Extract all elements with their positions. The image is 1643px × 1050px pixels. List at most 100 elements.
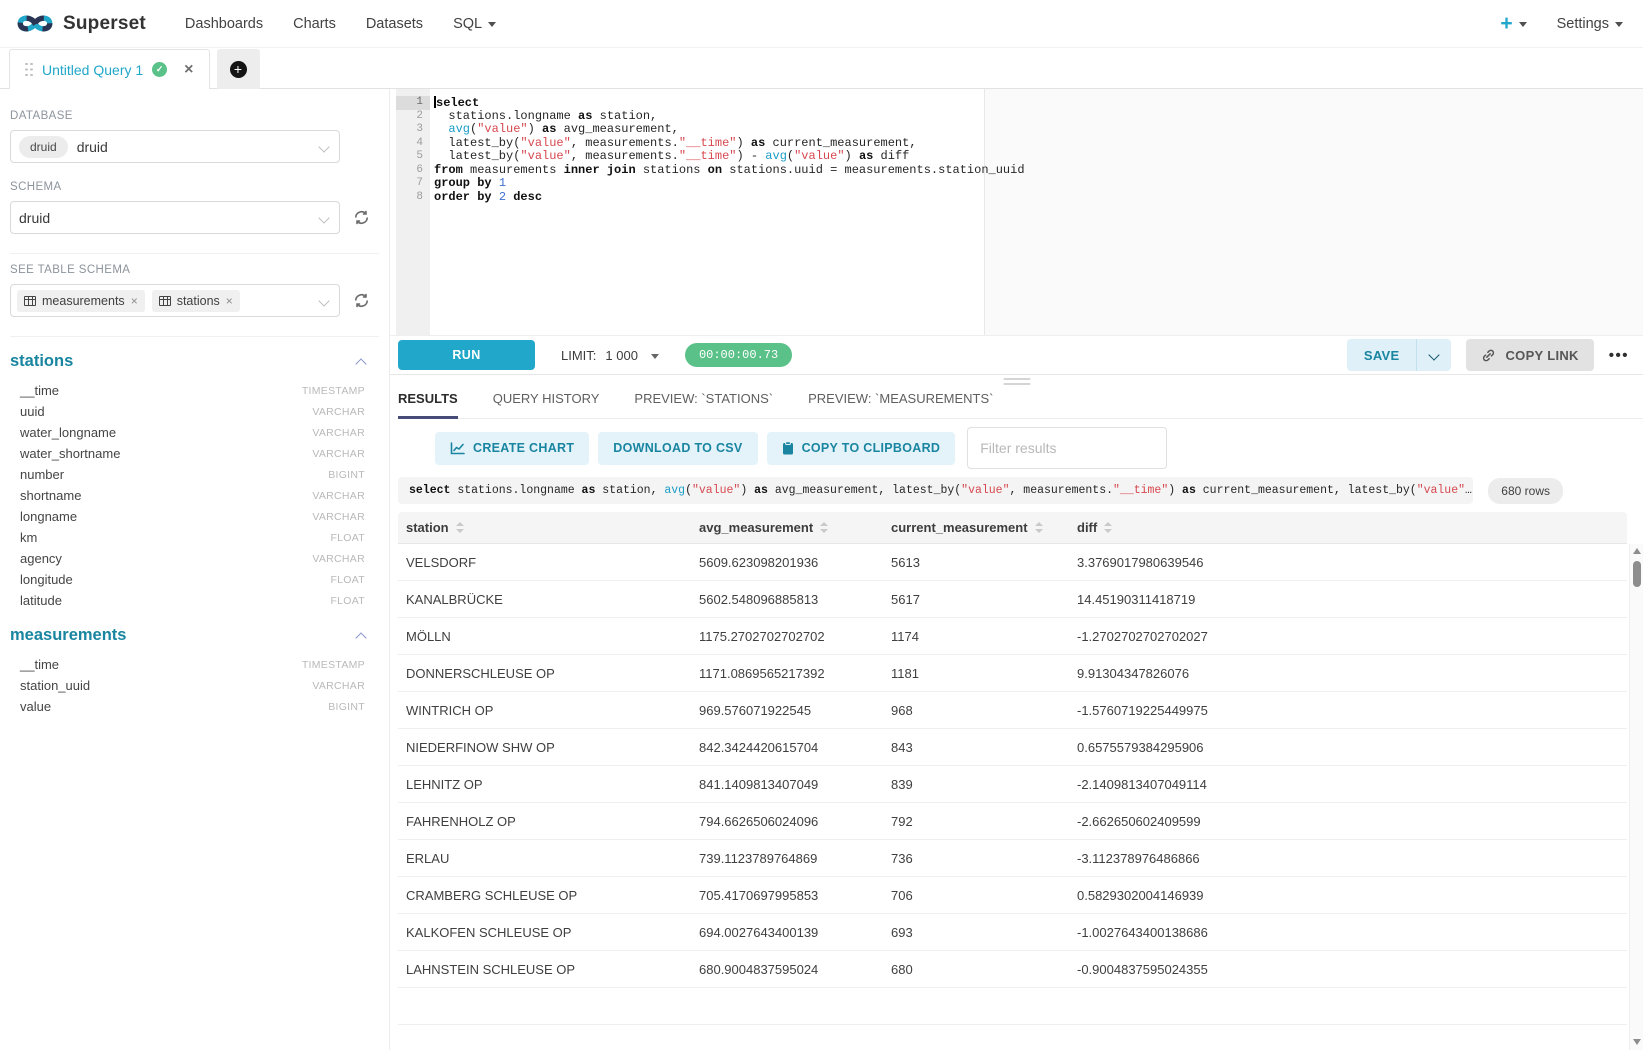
download-csv-button[interactable]: DOWNLOAD TO CSV [598, 432, 757, 465]
nav-item-datasets[interactable]: Datasets [351, 16, 438, 32]
query-preview-token: as [1182, 484, 1196, 497]
table-row: NIEDERFINOW SHW OP842.34244206157048430.… [398, 729, 1627, 766]
table-cell: 5617 [883, 592, 1069, 607]
code-token: measurements [463, 163, 564, 177]
superset-logo-icon [16, 11, 54, 36]
copy-link-button[interactable]: COPY LINK [1466, 339, 1593, 371]
chevron-down-icon [318, 212, 329, 223]
drag-dots-icon[interactable] [25, 63, 33, 77]
code-token: "__time" [679, 136, 737, 150]
nav-item-label: SQL [453, 16, 482, 32]
table-header-measurements[interactable]: measurements [10, 626, 389, 645]
code-token: order by [434, 190, 492, 204]
table-cell: -0.9004837595024355 [1069, 962, 1627, 977]
navbar-right: + Settings [1500, 12, 1623, 36]
save-dropdown-button[interactable] [1417, 346, 1451, 364]
table-schema-select[interactable]: measurements× stations× [10, 284, 340, 317]
pane-resize-handle[interactable] [1003, 378, 1030, 388]
code-token: latest_by( [434, 149, 520, 163]
table-cell: -2.662650602409599 [1069, 814, 1627, 829]
close-icon[interactable]: × [184, 62, 193, 78]
column-header-avg-measurement[interactable]: avg_measurement [691, 512, 883, 543]
tab-preview-stations[interactable]: PREVIEW: `STATIONS` [634, 391, 773, 418]
link-icon [1481, 348, 1496, 363]
table-chip-stations[interactable]: stations× [152, 290, 240, 312]
scrollbar-thumb[interactable] [1633, 561, 1641, 587]
query-preview-token: "value" [1417, 484, 1465, 497]
table-cell: 9.91304347826076 [1069, 666, 1627, 681]
table-cell: 968 [883, 703, 1069, 718]
close-icon[interactable]: × [226, 294, 233, 308]
table-cell: 0.5829302004146939 [1069, 888, 1627, 903]
create-chart-button[interactable]: CREATE CHART [435, 432, 589, 465]
scroll-down-icon[interactable] [1633, 1039, 1641, 1045]
code-token: desc [513, 190, 542, 204]
query-tab-active[interactable]: Untitled Query 1 ✓ × [9, 49, 210, 89]
table-cell: 14.45190311418719 [1069, 592, 1627, 607]
query-preview-bar[interactable]: select stations.longname as station, avg… [398, 477, 1473, 504]
database-label: DATABASE [10, 110, 389, 122]
schema-select[interactable]: druid [10, 201, 340, 234]
results-scrollbar[interactable] [1629, 544, 1643, 1050]
nav-item-dashboards[interactable]: Dashboards [170, 16, 278, 32]
chevron-down-icon [318, 141, 329, 152]
table-row: LEHNITZ OP841.1409813407049839-2.1409813… [398, 766, 1627, 803]
table-cell: 792 [883, 814, 1069, 829]
table-grid-icon [159, 296, 171, 306]
limit-dropdown[interactable]: LIMIT: 1 000 [561, 348, 659, 363]
table-cell: 5602.548096885813 [691, 592, 883, 607]
schema-value: druid [19, 210, 50, 226]
settings-menu[interactable]: Settings [1557, 16, 1623, 32]
code-token: latest_by( [434, 136, 520, 150]
column-row: latitudeFLOAT [10, 590, 389, 611]
column-name: water_shortname [20, 446, 120, 461]
code-token: as [751, 136, 765, 150]
more-options-button[interactable]: ••• [1609, 347, 1629, 364]
tab-preview-measurements[interactable]: PREVIEW: `MEASUREMENTS` [808, 391, 993, 418]
database-select[interactable]: druid druid [10, 130, 340, 163]
table-header-stations[interactable]: stations [10, 352, 389, 371]
sql-editor[interactable]: 12345678 select stations.longname as sta… [390, 89, 1643, 335]
table-cell: 842.3424420615704 [691, 740, 883, 755]
query-preview-token: , measurements. [1009, 484, 1113, 497]
database-type-badge: druid [19, 136, 68, 158]
scroll-up-icon[interactable] [1633, 548, 1641, 554]
superset-brand[interactable]: Superset [16, 11, 146, 36]
column-header-station[interactable]: station [398, 512, 691, 543]
column-name: shortname [20, 488, 81, 503]
save-button[interactable]: SAVE [1347, 348, 1417, 363]
close-icon[interactable]: × [131, 294, 138, 308]
editor-code[interactable]: select stations.longname as station, avg… [430, 89, 1643, 335]
table-cell: 969.576071922545 [691, 703, 883, 718]
add-tab-icon: + [230, 61, 247, 78]
refresh-schema-icon[interactable] [353, 209, 370, 226]
copy-clipboard-button[interactable]: COPY TO CLIPBOARD [767, 432, 956, 465]
column-header-diff[interactable]: diff [1069, 512, 1627, 543]
schema-tables: stations__timeTIMESTAMPuuidVARCHARwater_… [10, 352, 389, 717]
tab-results[interactable]: RESULTS [398, 391, 458, 418]
add-query-tab-button[interactable]: + [217, 49, 260, 89]
column-name: __time [20, 383, 59, 398]
filter-results-input[interactable] [967, 427, 1167, 469]
table-chip-measurements[interactable]: measurements× [17, 290, 145, 312]
nav-item-sql[interactable]: SQL [438, 16, 511, 32]
column-row: numberBIGINT [10, 464, 389, 485]
table-cell: 693 [883, 925, 1069, 940]
nav-item-charts[interactable]: Charts [278, 16, 351, 32]
table-cell: KANALBRÜCKE [398, 592, 691, 607]
tab-query-history[interactable]: QUERY HISTORY [493, 391, 600, 418]
column-header-current-measurement[interactable]: current_measurement [883, 512, 1069, 543]
table-cell: 705.4170697995853 [691, 888, 883, 903]
table-cell: 1175.2702702702702 [691, 629, 883, 644]
column-name: longname [20, 509, 77, 524]
refresh-tables-icon[interactable] [353, 292, 370, 309]
caret-down-icon [488, 22, 496, 27]
run-button[interactable]: RUN [398, 340, 535, 370]
save-split-button: SAVE [1347, 339, 1452, 371]
code-token: station, [592, 109, 657, 123]
table-row: FAHRENHOLZ OP794.6626506024096792-2.6626… [398, 803, 1627, 840]
chevron-up-icon [355, 632, 366, 643]
query-preview-token: station, [595, 484, 664, 497]
column-row: kmFLOAT [10, 527, 389, 548]
new-item-button[interactable]: + [1500, 12, 1526, 36]
